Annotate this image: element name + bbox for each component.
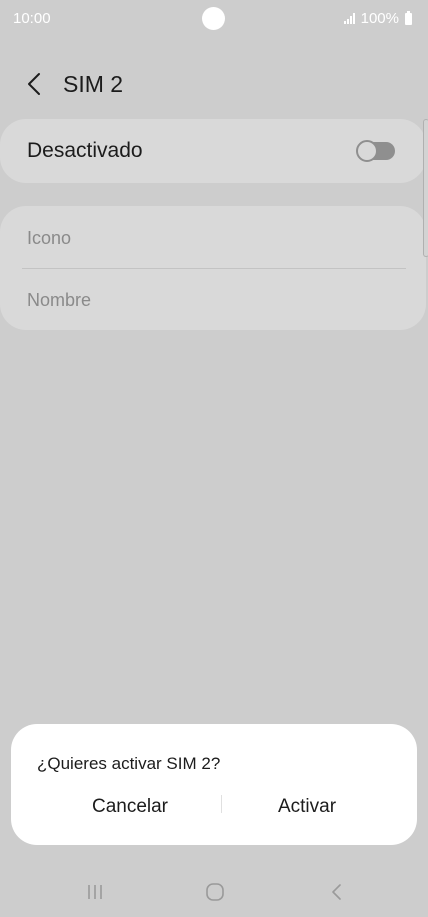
icon-field[interactable]: Icono (27, 208, 407, 268)
back-button[interactable] (22, 70, 52, 100)
icon-field-label: Icono (27, 228, 72, 248)
cancel-button[interactable]: Cancelar (45, 792, 215, 822)
scroll-indicator[interactable] (423, 119, 428, 257)
home-icon (206, 883, 224, 901)
navigation-bar (0, 866, 428, 917)
battery-icon (405, 10, 412, 25)
nav-back-button[interactable] (322, 878, 350, 906)
recents-icon (88, 885, 102, 899)
status-indicators: 100% (343, 10, 412, 27)
nav-back-icon (332, 884, 341, 900)
home-button[interactable] (201, 878, 229, 906)
app-header: SIM 2 (0, 60, 428, 108)
activate-button[interactable]: Activar (222, 792, 392, 822)
sim-status-label: Desactivado (27, 139, 143, 162)
camera-cutout (202, 7, 225, 30)
name-field[interactable]: Nombre (27, 270, 407, 330)
dialog-message: ¿Quieres activar SIM 2? (37, 754, 221, 773)
signal-icon (343, 13, 355, 24)
recents-button[interactable] (82, 878, 110, 906)
back-arrow-icon (28, 73, 40, 95)
page-title: SIM 2 (63, 71, 124, 97)
field-divider (22, 268, 406, 269)
activate-sim-dialog: ¿Quieres activar SIM 2? Cancelar Activar (11, 724, 417, 845)
battery-level: 100% (360, 10, 399, 27)
status-time: 10:00 (13, 10, 51, 27)
toggle-thumb (356, 140, 378, 162)
status-bar: 10:00 100% (0, 0, 428, 38)
name-field-label: Nombre (27, 290, 92, 310)
sim-toggle-switch[interactable] (356, 140, 396, 162)
